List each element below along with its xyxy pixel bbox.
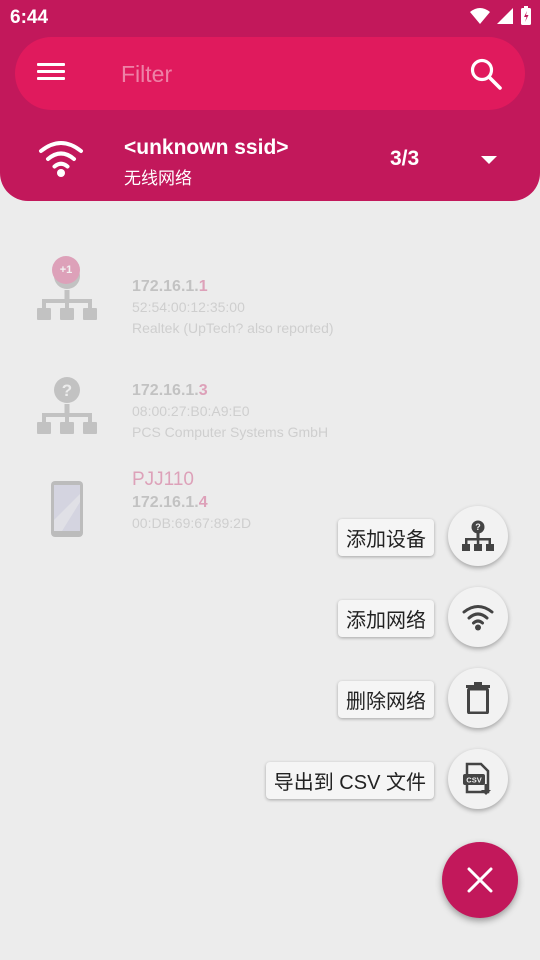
wifi-icon — [39, 141, 83, 177]
svg-text:?: ? — [62, 381, 72, 400]
device-vendor: Realtek (UpTech? also reported) — [132, 320, 334, 336]
device-ip: 172.16.1.3 — [132, 382, 208, 399]
signal-icon — [497, 8, 513, 24]
extra-count-badge: +1 — [52, 256, 80, 284]
export-csv-label[interactable]: 导出到 CSV 文件 — [265, 762, 434, 799]
phone-icon — [51, 481, 83, 537]
trash-icon — [466, 682, 490, 714]
network-selector[interactable]: <unknown ssid> 无线网络 3/3 — [0, 120, 540, 200]
csv-file-icon: CSV — [463, 762, 491, 795]
delete-network-label[interactable]: 删除网络 — [338, 681, 434, 718]
add-network-label[interactable]: 添加网络 — [338, 600, 434, 637]
network-ssid: <unknown ssid> — [124, 136, 289, 159]
search-button[interactable] — [469, 57, 503, 91]
add-network-button[interactable] — [448, 587, 508, 647]
device-ip: 172.16.1.1 — [132, 278, 208, 295]
device-details: PJJ110 172.16.1.4 00:DB:69:67:89:2D — [132, 468, 251, 534]
battery-icon — [521, 6, 531, 25]
device-mac: 08:00:27:B0:A9:E0 — [132, 403, 250, 419]
device-name: PJJ110 — [132, 469, 194, 490]
network-unknown-icon: ? — [37, 377, 97, 434]
close-icon — [467, 867, 493, 893]
export-csv-button[interactable]: CSV — [448, 749, 508, 809]
device-item[interactable]: ? +1 172.16.1.1 52:54:00:12:35:00 Realte… — [0, 240, 540, 340]
filter-input[interactable] — [121, 55, 441, 93]
device-item[interactable]: ? 172.16.1.3 08:00:27:B0:A9:E0 PCS Compu… — [0, 354, 540, 454]
device-details: 172.16.1.3 08:00:27:B0:A9:E0 PCS Compute… — [132, 380, 328, 443]
app-header: 6:44 <unknown ssid> 无线网络 3/3 — [0, 0, 540, 201]
status-bar: 6:44 — [0, 0, 540, 36]
device-ip: 172.16.1.4 — [132, 494, 208, 511]
add-device-button[interactable]: ? — [448, 506, 508, 566]
search-bar — [15, 37, 525, 110]
device-mac: 00:DB:69:67:89:2D — [132, 515, 252, 531]
status-time: 6:44 — [10, 7, 49, 28]
menu-button[interactable] — [37, 59, 67, 89]
close-fab-button[interactable] — [442, 842, 518, 918]
svg-text:?: ? — [475, 522, 481, 532]
network-count: 3/3 — [390, 147, 420, 170]
wifi-icon — [462, 605, 494, 631]
dropdown-arrow-icon[interactable] — [478, 154, 500, 166]
device-details: 172.16.1.1 52:54:00:12:35:00 Realtek (Up… — [132, 276, 334, 339]
status-icons — [470, 6, 532, 26]
add-device-icon: ? — [462, 520, 494, 551]
search-icon — [470, 58, 502, 90]
delete-network-button[interactable] — [448, 668, 508, 728]
add-device-label[interactable]: 添加设备 — [338, 519, 434, 556]
svg-text:CSV: CSV — [466, 776, 481, 785]
device-vendor: PCS Computer Systems GmbH — [132, 424, 329, 440]
device-mac: 52:54:00:12:35:00 — [132, 299, 245, 315]
network-type: 无线网络 — [124, 169, 192, 188]
wifi-status-icon — [470, 8, 490, 24]
